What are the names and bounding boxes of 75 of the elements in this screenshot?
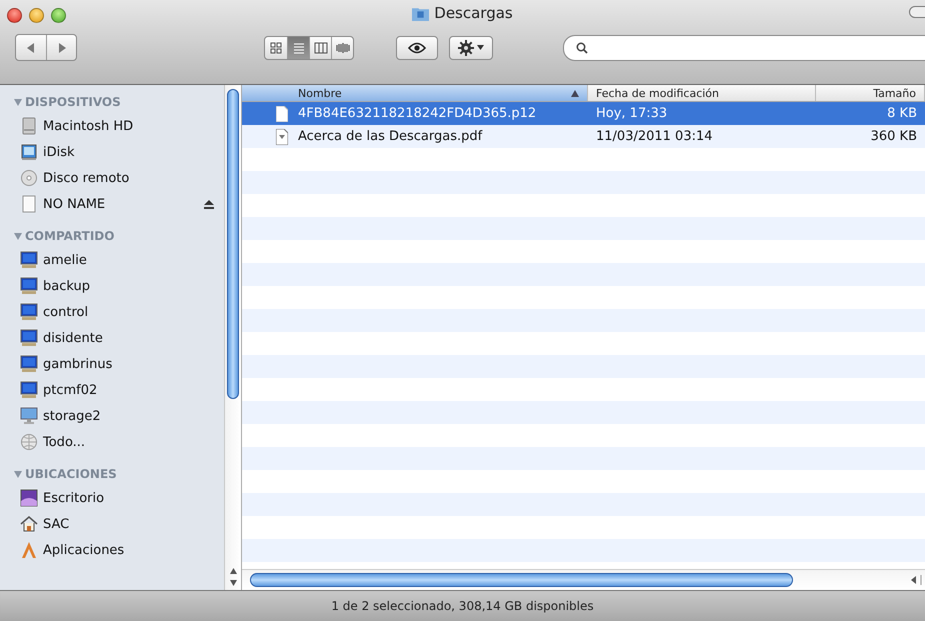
list-view-icon: [292, 42, 304, 54]
sidebar-item[interactable]: Todo...: [43, 434, 86, 450]
window-title: Descargas: [434, 4, 513, 22]
modified-date: Hoy, 17:33: [596, 106, 668, 121]
disclosure-triangle-icon[interactable]: [14, 470, 22, 478]
column-view-icon: [314, 42, 328, 54]
sidebar-section-title: UBICACIONES: [25, 467, 117, 481]
apps-icon: [20, 541, 38, 559]
search-field[interactable]: [563, 34, 925, 60]
view-button[interactable]: [287, 36, 309, 58]
sidebar-item[interactable]: Aplicaciones: [43, 542, 124, 558]
quick-look-button[interactable]: [396, 36, 438, 60]
sidebar-item[interactable]: Macintosh HD: [43, 118, 134, 134]
zoom-button[interactable]: [51, 8, 66, 22]
sidebar-item[interactable]: gambrinus: [43, 356, 112, 372]
house-icon: [20, 515, 38, 533]
computer-icon: [20, 381, 38, 399]
column-header[interactable]: Fecha de modificación: [588, 85, 816, 101]
forward-icon: [58, 42, 66, 52]
globe-icon: [20, 433, 38, 451]
computer-icon: [20, 277, 38, 295]
sidebar-section-title: COMPARTIDO: [25, 229, 114, 243]
pdf-document-icon: [276, 128, 288, 144]
eject-icon[interactable]: [204, 200, 214, 208]
document-icon: [276, 106, 288, 122]
scroll-arrows-icon[interactable]: [228, 566, 238, 588]
settings-icon: [458, 40, 474, 56]
sidebar-item[interactable]: backup: [43, 278, 90, 294]
file-row[interactable]: 4FB84E632118218242FD4D365.p12 Hoy, 17:33 8 KB: [242, 102, 925, 125]
sidebar-item[interactable]: ptcmf02: [43, 382, 98, 398]
cover-flow-icon: [336, 42, 350, 54]
minimize-button[interactable]: [29, 8, 44, 22]
computer-icon: [20, 303, 38, 321]
computer-icon: [20, 251, 38, 269]
sidebar-item[interactable]: control: [43, 304, 88, 320]
sidebar-item[interactable]: amelie: [43, 252, 87, 268]
disc-icon: [20, 169, 38, 187]
scrollbar[interactable]: [224, 85, 241, 590]
file-name: 4FB84E632118218242FD4D365.p12: [298, 106, 536, 121]
scrollbar[interactable]: [242, 569, 925, 590]
scroll-arrows-icon[interactable]: [909, 575, 923, 585]
sidebar-item[interactable]: disidente: [43, 330, 103, 346]
computer-icon: [20, 355, 38, 373]
disclosure-triangle-icon[interactable]: [14, 232, 22, 240]
status-text: 1 de 2 seleccionado, 308,14 GB disponibles: [331, 599, 594, 613]
sidebar-item[interactable]: SAC: [43, 516, 70, 532]
icon-view-icon: [270, 42, 282, 54]
file-size: 8 KB: [887, 106, 917, 121]
sidebar-item[interactable]: storage2: [43, 408, 101, 424]
sidebar-item[interactable]: iDisk: [43, 144, 75, 160]
search-icon: [576, 42, 588, 54]
sort-ascending-icon: [571, 90, 579, 96]
sidebar-item[interactable]: Disco remoto: [43, 170, 130, 186]
desktop-icon: [20, 489, 38, 507]
action-button[interactable]: [449, 36, 493, 60]
sidebar-item[interactable]: NO NAME: [43, 196, 106, 212]
sidebar-section-title: DISPOSITIVOS: [25, 95, 121, 109]
caret-icon: [477, 45, 484, 50]
close-button[interactable]: [7, 8, 22, 22]
file-size: 360 KB: [870, 129, 917, 144]
column-header[interactable]: Tamaño: [816, 85, 925, 101]
scroll-thumb[interactable]: [227, 89, 239, 399]
drive-icon: [20, 195, 38, 213]
column-header[interactable]: Nombre: [242, 85, 588, 101]
scroll-thumb[interactable]: [250, 573, 793, 587]
disclosure-triangle-icon[interactable]: [14, 98, 22, 106]
modified-date: 11/03/2011 03:14: [596, 129, 713, 144]
file-name: Acerca de las Descargas.pdf: [298, 129, 482, 144]
hard-drive-icon: [20, 117, 38, 135]
folder-icon: [412, 6, 430, 20]
monitor-icon: [20, 407, 38, 425]
back-icon: [27, 42, 35, 52]
sidebar-item[interactable]: Escritorio: [43, 490, 104, 506]
computer-icon: [20, 329, 38, 347]
eye-icon: [408, 42, 426, 54]
